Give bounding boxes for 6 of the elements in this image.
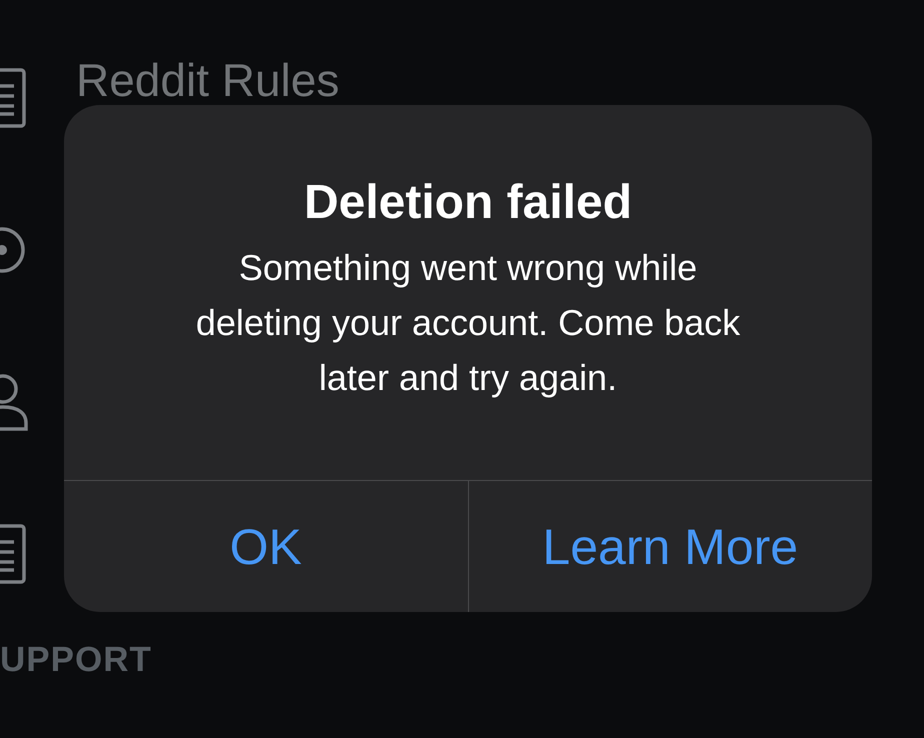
section-header: UPPORT	[0, 640, 153, 680]
alert-message: Something went wrong while deleting your account. Come back later and try again.	[194, 246, 742, 400]
setting-label[interactable]: Reddit Rules	[76, 57, 340, 103]
alert-button[interactable]: OK	[64, 481, 468, 612]
alert-title: Deletion failed	[304, 175, 632, 230]
alert-button[interactable]: Learn More	[468, 481, 872, 612]
